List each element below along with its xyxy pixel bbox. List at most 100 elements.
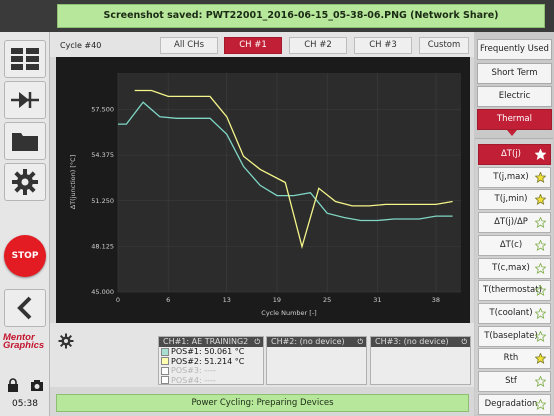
ch3-power-icon[interactable]: ⏻ [461,337,467,347]
stop-button[interactable]: STOP [4,235,46,277]
category-short-term[interactable]: Short Term [477,63,552,84]
cycle-counter: Cycle #40 [60,41,102,50]
ch1-pos4-row[interactable]: POS#4: ---- [159,376,263,386]
category-frequently-used[interactable]: Frequently Used [477,39,552,60]
diode-icon [11,92,39,108]
pos4-reading: POS#4: ---- [171,375,216,385]
camera-icon[interactable] [30,378,44,392]
param-label: Stf [505,376,517,386]
favorite-star-icon[interactable] [535,217,546,229]
pos1-reading: POS#1: 50.061 °C [171,347,245,356]
pos3-reading: POS#3: ---- [171,366,216,375]
param-label: ΔT(j) [500,149,521,159]
param-item[interactable]: T(j,min) [478,189,551,211]
x-tick-label: 31 [373,296,381,304]
screenshot-saved-message: Screenshot saved: PWT22001_2016-06-15_05… [57,4,545,28]
ch3-device-header: CH#3: (no device) ⏻ [371,337,470,347]
favorite-star-icon[interactable] [535,353,546,365]
favorite-star-icon[interactable] [535,330,546,342]
tab-ch1[interactable]: CH #1 [224,37,282,54]
param-label: ΔT(j)/ΔP [494,217,528,228]
param-item[interactable]: T(coolant) [478,302,551,324]
chart-svg: 45.000 48.125 51.250 54.375 57.500 0 6 13 19 25 31… [69,73,461,317]
favorite-star-icon[interactable] [535,285,546,297]
y-tick-label: 48.125 [91,242,114,250]
ch2-device-name: CH#2: (no device) [271,337,345,346]
brand-line-2: Graphics [3,340,45,351]
y-tick-label: 54.375 [91,151,114,159]
ch3-device-panel[interactable]: CH#3: (no device) ⏻ [370,336,471,385]
grid-view-icon [11,48,39,70]
channel-tab-bar: Cycle #40 All CHs CH #1 CH #2 CH #3 Cust… [50,32,474,57]
ch2-device-panel[interactable]: CH#2: (no device) ⏻ [266,336,367,385]
x-tick-label: 19 [273,296,281,304]
mentor-graphics-logo: Mentor Graphics [3,333,47,351]
y-axis-label: ΔT(junction) [°C] [69,155,77,210]
ch3-device-name: CH#3: (no device) [375,337,449,346]
folder-button[interactable] [4,122,46,160]
gear-icon [12,169,38,195]
favorite-star-icon[interactable] [535,171,546,183]
param-item[interactable]: T(thermostat) [478,280,551,302]
ch1-power-icon[interactable]: ⏻ [254,337,260,347]
back-chevron-icon [17,296,32,320]
param-item[interactable]: ΔT(c) [478,234,551,256]
ch1-pos2-row[interactable]: POS#2: 51.214 °C [159,357,263,367]
clock: 05:38 [12,399,38,409]
category-caret-icon [507,130,517,136]
settings-button[interactable] [4,163,46,201]
param-item[interactable]: Degradation [478,393,551,415]
lock-icon[interactable] [6,378,20,392]
ch1-pos1-row[interactable]: POS#1: 50.061 °C [159,347,263,357]
pos2-color-swatch [161,357,169,366]
param-item[interactable]: T(j,max) [478,166,551,188]
y-tick-label: 51.250 [91,197,114,205]
param-item[interactable]: Rth [478,348,551,370]
y-tick-label: 45.000 [91,288,114,296]
param-label: T(j,max) [493,171,529,182]
favorite-star-icon[interactable] [535,398,546,410]
tab-custom[interactable]: Custom [419,37,469,54]
ch1-pos3-row[interactable]: POS#3: ---- [159,366,263,376]
ch2-power-icon[interactable]: ⏻ [357,337,363,347]
category-electric[interactable]: Electric [477,86,552,107]
category-thermal[interactable]: Thermal [477,109,552,130]
favorite-star-icon[interactable] [535,194,546,206]
favorite-star-icon[interactable] [535,239,546,251]
y-tick-label: 57.500 [91,106,114,114]
param-item[interactable]: ΔT(j) [478,144,551,165]
x-tick-label: 0 [116,296,120,304]
grid-view-button[interactable] [4,40,46,78]
back-button[interactable] [4,289,46,327]
x-tick-label: 38 [432,296,440,304]
device-settings-gear-icon[interactable] [58,333,74,349]
x-tick-label: 25 [323,296,331,304]
top-banner: Screenshot saved: PWT22001_2016-06-15_05… [0,0,554,32]
param-item[interactable]: ΔT(j)/ΔP [478,212,551,234]
thermal-parameter-list: ΔT(j) T(j,max) T(j,min) ΔT(j)/ΔP ΔT(c) T(c,ma… [475,138,553,415]
favorite-star-icon[interactable] [535,376,546,387]
param-item[interactable]: T(c,max) [478,257,551,279]
tab-ch3[interactable]: CH #3 [354,37,412,54]
param-label: Degradation [484,398,538,409]
folder-icon [12,133,38,151]
x-axis-label: Cycle Number [-] [261,309,316,317]
param-item[interactable]: Stf [478,371,551,392]
favorite-star-icon[interactable] [535,262,546,274]
param-label: T(baseplate) [484,330,538,341]
ch1-device-name: CH#1: AE TRAINING2 [163,337,249,346]
tab-ch2[interactable]: CH #2 [289,37,347,54]
param-label: T(thermostat) [483,285,542,296]
param-item[interactable]: T(baseplate) [478,325,551,347]
favorite-star-icon[interactable] [535,149,546,160]
favorite-star-icon[interactable] [535,307,546,319]
diode-button[interactable] [4,81,46,119]
ch1-device-panel[interactable]: CH#1: AE TRAINING2 ⏻ POS#1: 50.061 °C PO… [158,336,264,385]
junction-temperature-chart[interactable]: 45.000 48.125 51.250 54.375 57.500 0 6 13 19 25 31… [56,57,470,323]
pos2-reading: POS#2: 51.214 °C [171,356,245,366]
param-label: Rth [503,353,519,364]
pos1-color-swatch [161,347,169,356]
tab-all-chs[interactable]: All CHs [160,37,218,54]
param-label: T(coolant) [489,307,533,318]
device-status-area: CH#1: AE TRAINING2 ⏻ POS#1: 50.061 °C PO… [50,323,474,387]
